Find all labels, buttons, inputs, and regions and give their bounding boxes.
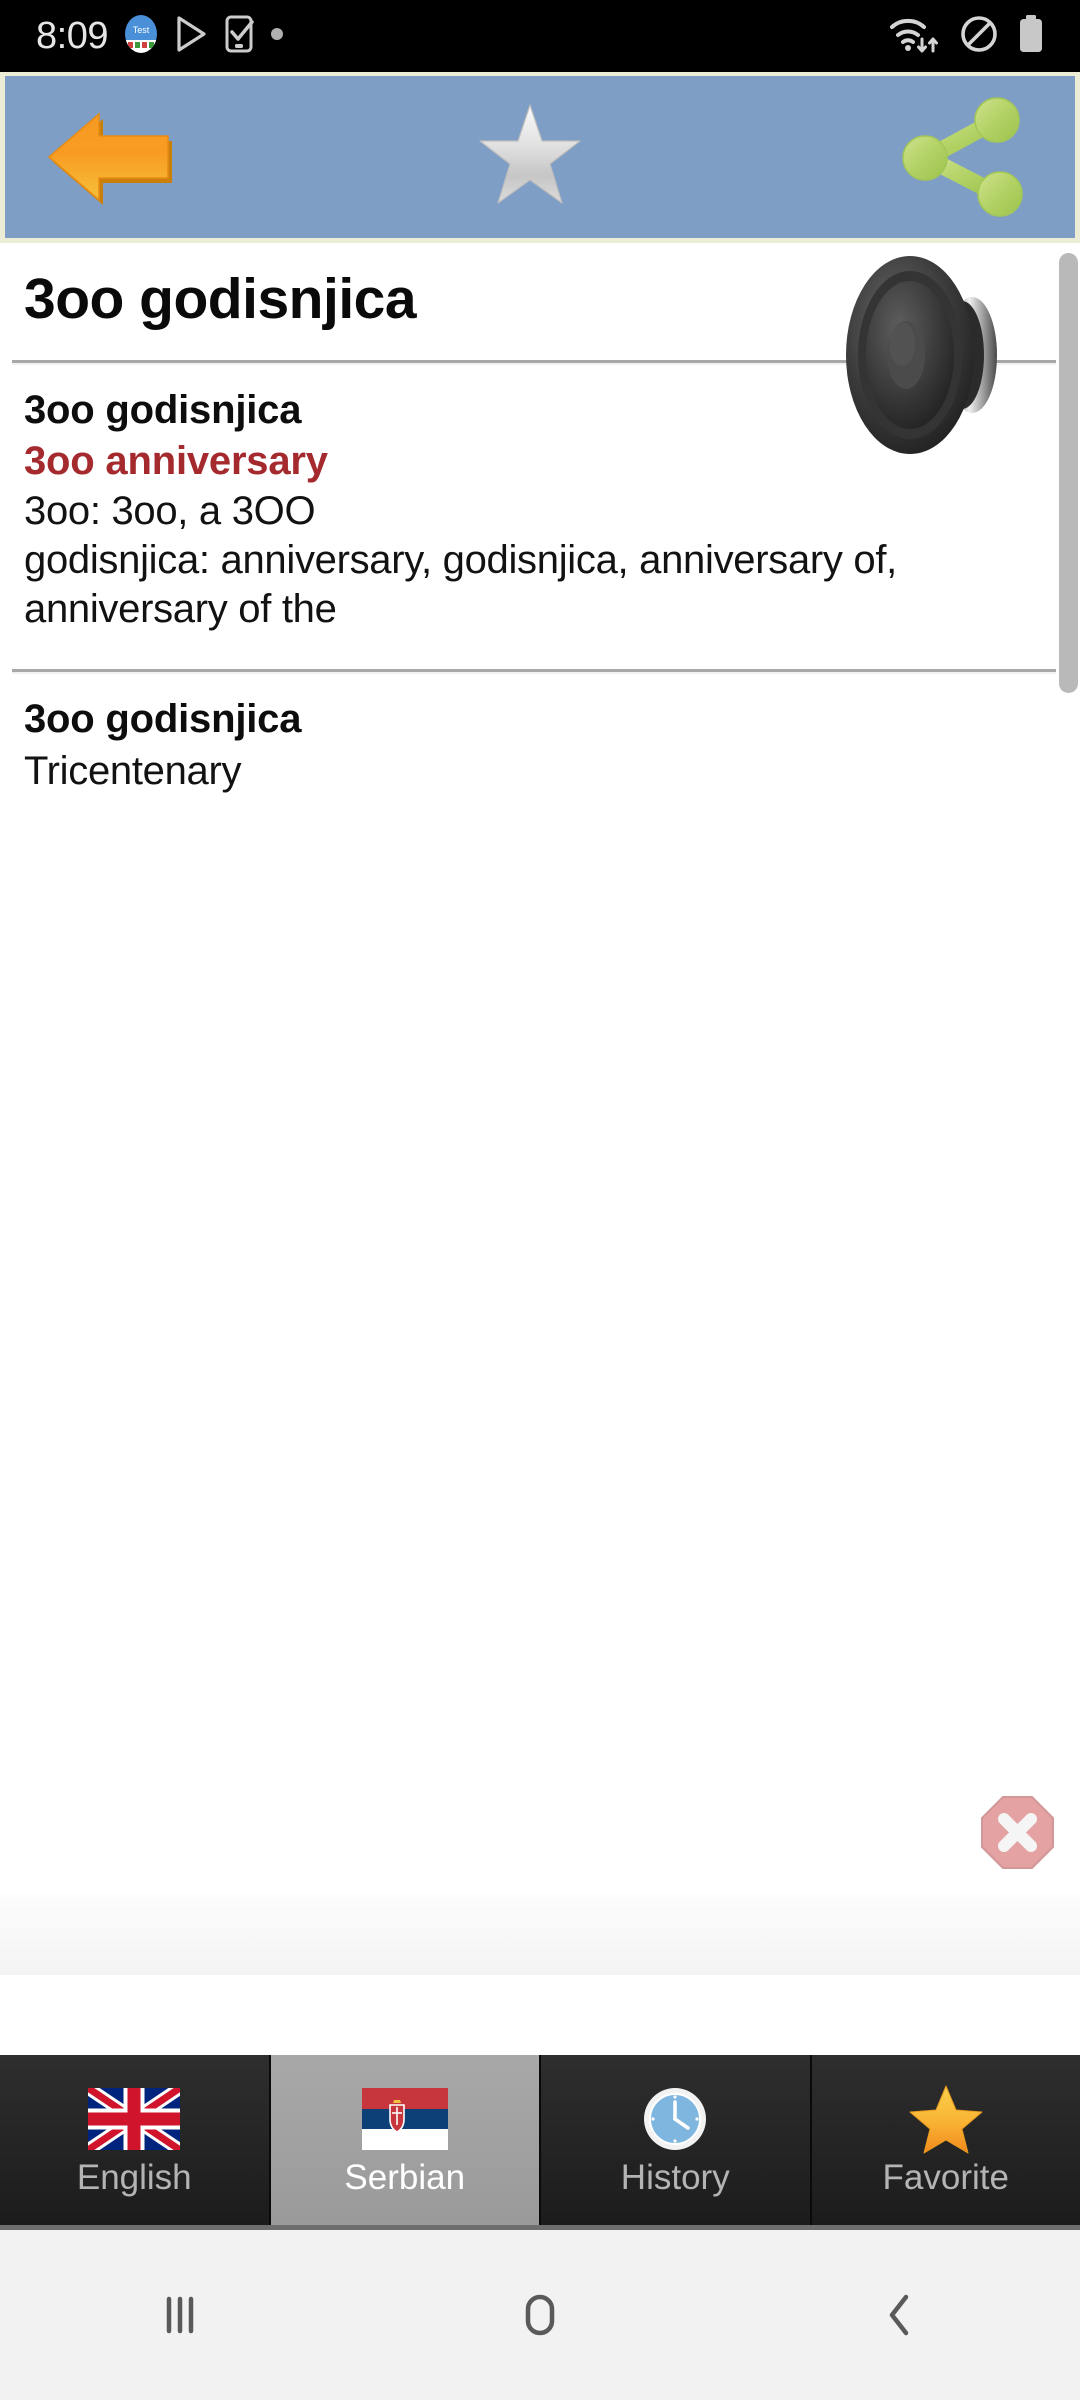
ad-banner[interactable] <box>0 1895 1080 1975</box>
tab-serbian-label: Serbian <box>344 2157 466 2197</box>
chevron-back-icon <box>889 2294 909 2336</box>
tab-english-label: English <box>76 2157 192 2197</box>
app-toolbar <box>0 72 1080 243</box>
entry-section-2: 3oo godisnjica Tricentenary <box>0 672 1080 797</box>
share-button[interactable] <box>845 76 1075 238</box>
tab-english[interactable]: English <box>0 2055 271 2225</box>
status-clock: 8:09 <box>36 15 108 57</box>
section2-term: 3oo godisnjica <box>24 696 302 741</box>
bottom-tab-bar: English Serbian History Favorite <box>0 2055 1080 2225</box>
close-octagon-icon <box>981 1796 1054 1869</box>
test-app-icon: Test <box>124 14 158 59</box>
home-icon <box>525 2294 555 2336</box>
svg-text:Test: Test <box>133 25 150 35</box>
nav-home-button[interactable] <box>450 2230 630 2400</box>
tab-favorite[interactable]: Favorite <box>811 2055 1080 2225</box>
star-filled-icon <box>907 2085 985 2153</box>
tab-history-label: History <box>620 2157 730 2197</box>
do-not-disturb-icon <box>960 15 998 58</box>
dictionary-content[interactable]: 3oo godisnjica 3oo godisnjica 3oo annive… <box>0 243 1080 1975</box>
wifi-transfer-icon <box>888 14 940 59</box>
status-bar-right <box>888 14 1044 59</box>
back-arrow-icon <box>47 111 172 205</box>
clock-icon <box>641 2086 709 2152</box>
uk-flag-icon <box>88 2086 181 2152</box>
android-nav-bar <box>0 2225 1080 2400</box>
pronounce-button[interactable] <box>844 252 1012 457</box>
nav-back-button[interactable] <box>810 2230 990 2400</box>
dot-indicator-icon <box>270 27 284 46</box>
serbia-flag-icon <box>361 2086 448 2152</box>
tab-favorite-label: Favorite <box>882 2157 1009 2197</box>
play-store-icon <box>174 15 208 58</box>
status-bar-left: 8:09 Test <box>36 14 284 59</box>
favorite-button[interactable] <box>215 76 845 238</box>
recents-icon <box>166 2296 194 2334</box>
back-button[interactable] <box>5 76 215 238</box>
tab-history[interactable]: History <box>541 2055 812 2225</box>
speaker-icon <box>846 256 997 454</box>
ad-close-button[interactable] <box>980 1795 1055 1870</box>
status-bar: 8:09 Test <box>0 0 1080 72</box>
section1-detail-2: godisnjica: anniversary, godisnjica, ann… <box>24 538 897 631</box>
tab-serbian[interactable]: Serbian <box>270 2055 541 2225</box>
nav-recents-button[interactable] <box>90 2230 270 2400</box>
content-scrollbar[interactable] <box>1059 253 1078 693</box>
share-icon <box>902 97 1023 217</box>
section2-translation: Tricentenary <box>24 748 242 793</box>
star-outline-icon <box>479 104 581 204</box>
section1-detail-1: 3oo: 3oo, a 3OO <box>24 489 316 534</box>
phone-check-icon <box>224 15 254 58</box>
scrollbar-thumb[interactable] <box>1059 253 1078 693</box>
battery-icon <box>1018 14 1044 59</box>
